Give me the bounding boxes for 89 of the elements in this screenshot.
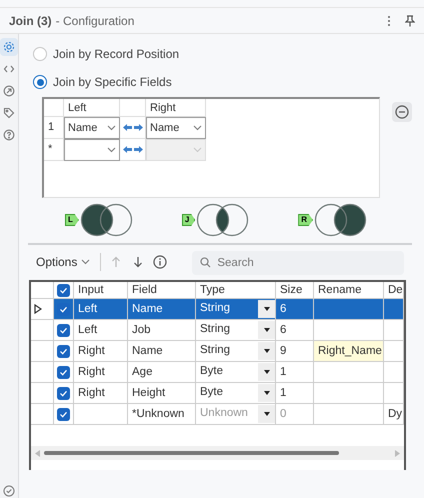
column-header[interactable]: Size [276, 282, 314, 298]
checkmark-icon [59, 410, 68, 418]
column-header[interactable]: Field [128, 282, 196, 298]
venn-diagram-icon[interactable] [196, 203, 250, 237]
column-header[interactable]: Type [196, 282, 276, 298]
table-cell: 0 [276, 404, 314, 424]
grid-row[interactable]: Left Name String 6 [31, 299, 404, 320]
checkbox[interactable] [57, 324, 70, 336]
column-header[interactable]: Rename [314, 282, 384, 298]
type-dropdown[interactable]: Byte [196, 383, 276, 403]
gear-icon[interactable] [0, 38, 18, 56]
grid-row[interactable]: Left Job String 6 [31, 320, 404, 341]
table-cell: Name [128, 299, 196, 319]
table-cell: 1 [276, 362, 314, 382]
swap-arrows-icon [122, 145, 142, 154]
checkmark-icon [59, 346, 68, 356]
type-dropdown[interactable]: String [196, 341, 276, 361]
checkbox[interactable] [57, 302, 70, 316]
grid-row[interactable]: Right Name String 9 Right_Name [31, 341, 404, 362]
header-cell [44, 99, 64, 117]
checkbox[interactable] [57, 408, 70, 420]
checkmark-icon [59, 368, 68, 376]
search-field[interactable]: Search [192, 250, 404, 274]
venn-diagram-icon[interactable] [80, 203, 134, 237]
radio-label[interactable]: Join by Record Position [53, 45, 180, 63]
more-options-icon[interactable] [387, 14, 391, 26]
chevron-icon [107, 147, 116, 153]
rename-field[interactable]: Right_Name [314, 341, 384, 361]
table-cell: Left [74, 320, 128, 340]
dropdown-arrow-icon [264, 328, 270, 332]
chevron-icon [81, 259, 90, 265]
table-cell: Height [128, 383, 196, 403]
checkbox[interactable] [57, 386, 70, 400]
right-field-dropdown[interactable]: Name [146, 117, 206, 139]
panel-subtitle: - Configuration [56, 12, 134, 30]
checkmark-icon [59, 388, 68, 398]
search-icon [200, 256, 212, 268]
type-dropdown[interactable]: Byte [196, 362, 276, 382]
anchor-badge: R [298, 214, 313, 226]
radio-button[interactable] [33, 47, 47, 61]
table-cell: 6 [276, 299, 314, 319]
type-dropdown[interactable]: String [196, 320, 276, 340]
checkmark-icon [59, 304, 68, 314]
current-row-icon [34, 304, 42, 314]
table-cell: 6 [276, 320, 314, 340]
grid-row[interactable]: Right Height Byte 1 [31, 383, 404, 404]
table-cell: Job [128, 320, 196, 340]
dropdown-arrow-icon [264, 307, 270, 311]
table-cell: Name [128, 341, 196, 361]
anchor-badge: L [64, 214, 79, 226]
left-field-dropdown[interactable]: Name [64, 117, 120, 139]
checkbox[interactable] [57, 284, 70, 296]
dropdown-arrow-icon [264, 391, 270, 395]
grid-row[interactable]: Right Age Byte 1 [31, 362, 404, 383]
table-cell: Left [74, 299, 128, 319]
grid-row[interactable]: *Unknown Unknown 0 Dy [31, 404, 404, 425]
table-cell: Right [74, 362, 128, 382]
radio-button[interactable] [33, 75, 47, 89]
chevron-icon [193, 125, 202, 131]
dropdown-arrow-icon [264, 349, 270, 353]
table-cell: Age [128, 362, 196, 382]
move-down-icon[interactable] [133, 256, 144, 268]
left-field-dropdown[interactable] [64, 139, 120, 161]
remove-button[interactable] [392, 102, 412, 122]
checkmark-icon [59, 326, 68, 334]
checkbox[interactable] [57, 344, 70, 358]
type-dropdown[interactable]: String [196, 299, 276, 319]
info-icon[interactable] [153, 255, 168, 269]
table-cell: *Unknown [128, 404, 196, 424]
checkbox[interactable] [57, 366, 70, 378]
chevron-icon [107, 125, 116, 131]
table-cell: Right [74, 383, 128, 403]
chevron-icon [193, 147, 202, 153]
table-cell: Dy [384, 404, 404, 424]
table-cell: Right [74, 341, 128, 361]
column-header[interactable]: Input [74, 282, 128, 298]
column-header[interactable]: De [384, 282, 404, 298]
panel-title: Join (3) [9, 12, 52, 30]
swap-arrows-icon [122, 123, 142, 132]
dropdown-arrow-icon [264, 370, 270, 374]
anchor-badge: J [182, 214, 196, 226]
radio-label[interactable]: Join by Specific Fields [53, 73, 172, 91]
pin-icon[interactable] [405, 14, 415, 26]
check-circle-icon [3, 485, 15, 497]
options-button[interactable]: Options [36, 253, 90, 271]
table-cell: 1 [276, 383, 314, 403]
dropdown-arrow-icon [264, 412, 270, 416]
checkmark-icon [59, 286, 68, 294]
venn-diagram-icon[interactable] [314, 203, 368, 237]
